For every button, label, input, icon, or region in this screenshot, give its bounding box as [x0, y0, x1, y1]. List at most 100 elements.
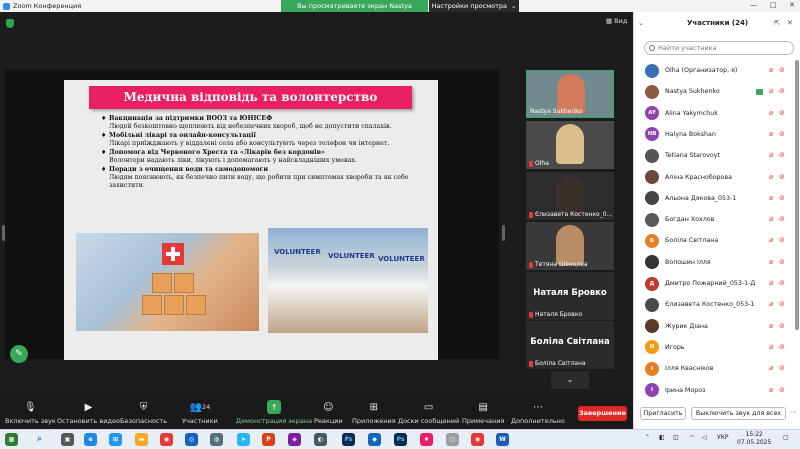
mute-all-button[interactable]: Выключить звук для всех	[691, 407, 786, 420]
view-settings-button[interactable]: Настройки просмотра ⌄	[429, 0, 519, 12]
maximize-icon[interactable]: □	[770, 1, 777, 9]
wifi-icon[interactable]: ◠	[689, 434, 694, 441]
video-tile[interactable]: Тетяна Швецова	[526, 222, 614, 270]
participant-list-scrollbar[interactable]	[795, 60, 799, 330]
stop-video-button[interactable]: ▶ Остановить видео	[57, 400, 120, 426]
app-icon[interactable]: ♦	[420, 433, 433, 446]
keyboard-language[interactable]: УКР	[717, 434, 729, 441]
video-off-icon[interactable]: ⊘	[779, 322, 787, 330]
participant-row[interactable]: AY Alina Yakymchuk ⌀ ⊘	[634, 103, 794, 124]
video-off-icon[interactable]: ⊘	[779, 130, 787, 138]
participant-row[interactable]: Волошин Ілля ⌀ ⊘	[634, 252, 794, 273]
telegram-icon[interactable]: ➤	[237, 433, 250, 446]
muted-mic-icon[interactable]: ⌀	[769, 216, 775, 223]
right-resize-handle[interactable]	[502, 225, 505, 241]
video-off-icon[interactable]: ⊘	[779, 216, 787, 223]
word-icon[interactable]: W	[496, 433, 509, 446]
photoshop-icon[interactable]: Ps	[342, 433, 355, 446]
tray-app-icon[interactable]: ◧	[659, 434, 665, 441]
app-icon[interactable]: ◍	[210, 433, 223, 446]
muted-mic-icon[interactable]: ⌀	[769, 173, 775, 181]
video-off-icon[interactable]: ⊘	[779, 237, 787, 244]
muted-mic-icon[interactable]: ⌀	[769, 88, 775, 95]
more-button[interactable]: ⋯ Дополнительно	[511, 400, 565, 426]
name-tile[interactable]: Боліла Світлана Боліла Світлана	[526, 321, 614, 369]
participant-row[interactable]: Д Дмитро Пожарний_053-1-Д ⌀ ⊘	[634, 273, 794, 294]
name-tile[interactable]: Наталя Бровко Наталя Бровко	[526, 272, 614, 320]
video-off-icon[interactable]: ⊘	[779, 109, 787, 117]
video-tile[interactable]: Єлизавета Костенко_0...	[526, 172, 614, 220]
muted-mic-icon[interactable]: ⌀	[769, 343, 775, 351]
participant-search-input[interactable]: Найти участника	[644, 41, 794, 55]
chrome-icon[interactable]: ◉	[160, 433, 173, 446]
participant-row[interactable]: Tetiana Starovoyt ⌀ ⊘	[634, 145, 794, 166]
participant-row[interactable]: І Ілля Квасніков ⌀ ⊘	[634, 358, 794, 379]
speaker-icon[interactable]: ◁	[702, 434, 707, 441]
participants-button[interactable]: 👥 24 Участники	[182, 400, 218, 426]
app-icon[interactable]: ◎	[185, 433, 198, 446]
video-off-icon[interactable]: ⊘	[779, 194, 787, 202]
muted-mic-icon[interactable]: ⌀	[769, 386, 775, 394]
video-off-icon[interactable]: ⊘	[779, 173, 787, 181]
minimize-icon[interactable]: —	[750, 1, 757, 9]
video-off-icon[interactable]: ⊘	[779, 280, 787, 287]
left-resize-handle[interactable]	[2, 225, 5, 241]
video-tile[interactable]: Olha	[526, 121, 614, 169]
participant-row[interactable]: Olha (Организатор, я) ⌀ ⊘	[634, 60, 794, 81]
unmute-button[interactable]: 🎙 Включить звук	[5, 400, 56, 426]
file-explorer-icon[interactable]: ▬	[135, 433, 148, 446]
muted-mic-icon[interactable]: ⌀	[769, 130, 775, 138]
chrome-icon[interactable]: ◉	[471, 433, 484, 446]
photoshop-icon[interactable]: Ps	[394, 433, 407, 446]
video-off-icon[interactable]: ⊘	[779, 152, 787, 159]
app-icon[interactable]: ○	[446, 433, 459, 446]
invite-button[interactable]: Пригласить	[640, 407, 686, 420]
app-icon[interactable]: ◐	[314, 433, 327, 446]
security-button[interactable]: ⛨ Безопасность	[120, 400, 167, 426]
gallery-scroll-down-button[interactable]: ⌄	[551, 371, 589, 389]
apps-button[interactable]: ⊞ Приложения	[352, 400, 396, 426]
notification-icon[interactable]: ▢	[783, 434, 789, 441]
share-screen-button[interactable]: ↑ Демонстрация экрана	[236, 400, 312, 425]
muted-mic-icon[interactable]: ⌀	[769, 258, 775, 266]
participant-row[interactable]: Богдан Хохлов ⌀ ⊘	[634, 209, 794, 230]
muted-mic-icon[interactable]: ⌀	[769, 322, 775, 330]
participant-row[interactable]: Аліна Красноборова ⌀ ⊘	[634, 167, 794, 188]
edge-icon[interactable]: e	[84, 433, 97, 446]
participant-row[interactable]: Альона Дякова_053-1 ⌀ ⊘	[634, 188, 794, 209]
video-off-icon[interactable]: ⊘	[779, 386, 787, 394]
muted-mic-icon[interactable]: ⌀	[769, 365, 775, 372]
participant-row[interactable]: І Ірина Мороз ⌀ ⊘	[634, 380, 794, 401]
task-view-icon[interactable]: ▣	[61, 433, 74, 446]
close-panel-icon[interactable]: ✕	[787, 12, 793, 34]
muted-mic-icon[interactable]: ⌀	[769, 152, 775, 159]
search-icon[interactable]: ⌕	[33, 433, 46, 446]
windows-start-icon[interactable]: ⊞	[109, 433, 122, 446]
video-off-icon[interactable]: ⊘	[779, 88, 787, 95]
participant-row[interactable]: И Игорь ⌀ ⊘	[634, 337, 794, 358]
muted-mic-icon[interactable]: ⌀	[769, 280, 775, 287]
participant-row[interactable]: Б Боліла Світлана ⌀ ⊘	[634, 230, 794, 251]
clock[interactable]: 15:22 07.05.2025	[737, 431, 771, 447]
muted-mic-icon[interactable]: ⌀	[769, 67, 775, 74]
reactions-button[interactable]: ☺ Реакции	[314, 400, 343, 426]
powerpoint-icon[interactable]: P	[262, 433, 275, 446]
participant-row[interactable]: Журик Діана ⌀ ⊘	[634, 316, 794, 337]
video-off-icon[interactable]: ⊘	[779, 301, 787, 308]
encryption-shield-icon[interactable]	[6, 19, 14, 28]
view-button[interactable]: ▦ Вид	[606, 17, 627, 25]
more-dots-icon[interactable]: ⋯	[790, 408, 797, 416]
chevron-up-icon[interactable]: ⌃	[645, 434, 650, 441]
app-icon[interactable]: ◈	[288, 433, 301, 446]
widgets-icon[interactable]: ▦	[5, 433, 18, 446]
participant-row[interactable]: Єлизавета Костенко_053-1 ⌀ ⊘	[634, 294, 794, 315]
muted-mic-icon[interactable]: ⌀	[769, 301, 775, 308]
muted-mic-icon[interactable]: ⌀	[769, 237, 775, 244]
participant-row[interactable]: HB Halyna Bokshan ⌀ ⊘	[634, 124, 794, 145]
muted-mic-icon[interactable]: ⌀	[769, 109, 775, 117]
annotate-pen-button[interactable]: ✎	[10, 345, 28, 363]
whiteboards-button[interactable]: ▭ Доски сообщений	[398, 400, 459, 426]
muted-mic-icon[interactable]: ⌀	[769, 194, 775, 202]
participant-row[interactable]: Nastya Sukhenko ⌀ ⊘	[634, 81, 794, 102]
close-icon[interactable]: ✕	[789, 1, 795, 9]
